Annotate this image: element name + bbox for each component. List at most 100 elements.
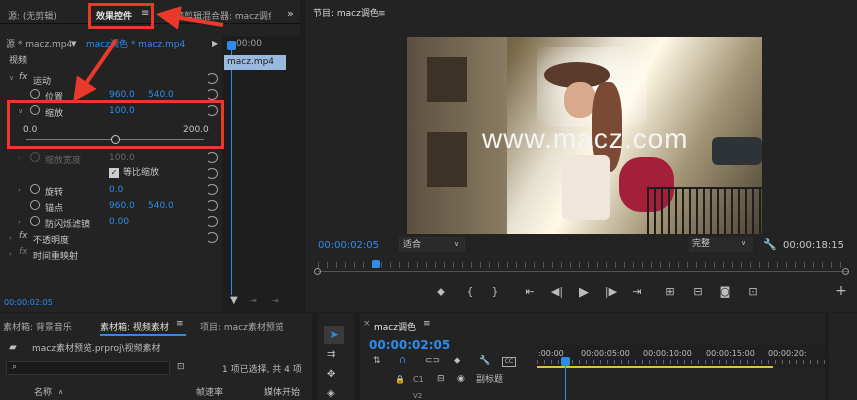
anti-flicker-value[interactable]: 0.00 — [109, 217, 129, 227]
eye-icon[interactable]: ◉ — [457, 375, 465, 384]
rotation-value[interactable]: 0.0 — [109, 185, 123, 195]
opacity-label: 不透明度 — [33, 236, 70, 246]
captions-icon[interactable]: CC — [502, 357, 516, 367]
timeline-playhead[interactable] — [561, 357, 570, 366]
reset-icon[interactable] — [206, 152, 218, 163]
nest-icon[interactable]: ⇅ — [373, 357, 381, 366]
expand-icon[interactable]: › — [9, 250, 12, 258]
search-input[interactable] — [6, 361, 170, 375]
toggle-sync-icon[interactable]: ⊟ — [437, 375, 445, 384]
row-rotation[interactable]: › 旋转 0.0 — [0, 182, 226, 198]
fx-icon: fx — [19, 247, 28, 257]
settings-wrench-icon[interactable]: 🔧 — [479, 357, 490, 366]
scrubber-start-handle[interactable] — [314, 268, 321, 275]
timeline-menu-icon[interactable]: ≡ — [423, 320, 431, 329]
reset-icon[interactable] — [206, 200, 218, 211]
reset-icon[interactable] — [206, 168, 218, 179]
program-playhead[interactable] — [372, 260, 380, 268]
mark-out-icon[interactable]: } — [486, 285, 504, 298]
watermark-text: www.macz.com — [482, 123, 689, 154]
program-duration: 00:00:18:15 — [783, 240, 845, 251]
checkbox-icon[interactable]: ✓ — [109, 168, 119, 178]
tab-bin-music[interactable]: 素材箱: 背景音乐 — [3, 320, 72, 333]
row-opacity[interactable]: › fx 不透明度 — [0, 230, 226, 246]
reset-icon[interactable] — [206, 216, 218, 227]
linked-select-icon[interactable]: ⊂⊃ — [425, 357, 440, 366]
step-forward-icon[interactable]: |▶ — [602, 285, 620, 298]
project-path: macz素材预览.prproj\视频素材 — [32, 344, 161, 354]
program-scrubber[interactable] — [318, 271, 848, 272]
video-frame[interactable]: www.macz.com — [407, 37, 762, 234]
uniform-scale-label: 等比缩放 — [123, 168, 160, 178]
chevron-down-icon: ∨ — [741, 239, 747, 247]
camera-icon[interactable]: ◙ — [716, 285, 734, 298]
expand-icon[interactable]: › — [18, 186, 21, 194]
quality-value: 完整 — [692, 239, 711, 249]
program-title[interactable]: 节目: macz调色 — [313, 10, 379, 19]
tab-underline — [100, 334, 186, 336]
sort-arrow-icon[interactable]: ∧ — [58, 389, 63, 396]
row-scale-width: › 缩放宽度 100.0 — [0, 150, 226, 166]
ruler-label: 00:00:15:00 — [706, 349, 755, 358]
stopwatch-icon[interactable] — [30, 216, 40, 226]
timeline-playhead-line — [565, 366, 566, 400]
anchor-x-value[interactable]: 960.0 — [109, 201, 135, 211]
export-icon[interactable]: ⇥ — [250, 297, 257, 305]
anchor-y-value[interactable]: 540.0 — [148, 201, 174, 211]
folder-icon: ▰ — [9, 342, 17, 353]
stopwatch-icon[interactable] — [30, 200, 40, 210]
ripple-edit-icon[interactable]: ✥ — [327, 370, 335, 380]
new-bin-icon[interactable]: ⊡ — [177, 363, 185, 372]
work-area-bar[interactable] — [537, 366, 773, 368]
woman-top — [562, 155, 610, 220]
extract-icon[interactable]: ⊟ — [689, 285, 707, 298]
column-fps[interactable]: 帧速率 — [196, 389, 223, 398]
quality-select[interactable]: 完整 ∨ — [689, 237, 753, 252]
go-to-in-icon[interactable]: ⇤ — [521, 285, 539, 298]
reset-icon[interactable] — [206, 232, 218, 243]
lift-icon[interactable]: ⊞ — [661, 285, 679, 298]
add-marker-icon[interactable]: ⬥ — [454, 357, 460, 366]
play-icon[interactable]: ▶ — [575, 285, 593, 300]
reset-icon[interactable] — [206, 184, 218, 195]
filter-icon[interactable]: ▼ — [230, 296, 238, 306]
ruler-ticks — [537, 360, 825, 364]
expand-icon[interactable]: › — [9, 234, 12, 242]
row-uniform-scale[interactable]: ✓ 等比缩放 — [0, 166, 226, 182]
razor-tool-icon[interactable]: ◈ — [327, 389, 335, 399]
add-button-icon[interactable]: + — [832, 283, 850, 299]
row-time-remap[interactable]: › fx 时间重映射 — [0, 246, 226, 263]
go-to-out-icon[interactable]: ⇥ — [628, 285, 646, 298]
wrench-icon[interactable]: 🔧 — [763, 239, 777, 250]
track-select-icon[interactable]: ⇉ — [327, 350, 335, 360]
row-anchor[interactable]: 锚点 960.0 540.0 — [0, 198, 226, 214]
mark-in-icon[interactable]: { — [461, 285, 479, 298]
program-current-time[interactable]: 00:00:02:05 — [318, 241, 379, 251]
tab-bin-video[interactable]: 素材箱: 视频素材 — [100, 320, 169, 333]
track-v2-label: V2 — [413, 392, 423, 400]
program-menu-icon[interactable]: ≡ — [378, 10, 386, 19]
column-media-start[interactable]: 媒体开始 — [264, 389, 300, 398]
row-anti-flicker[interactable]: › 防闪烁滤镜 0.00 — [0, 214, 226, 230]
anchor-label: 锚点 — [45, 204, 64, 214]
scrubber-end-handle[interactable] — [842, 268, 849, 275]
ruler-label: 00:00:10:00 — [643, 349, 692, 358]
expand-icon[interactable]: › — [18, 218, 21, 226]
snap-icon[interactable]: ∩ — [399, 356, 406, 366]
tab-project[interactable]: 项目: macz素材预览 — [200, 320, 284, 333]
effect-controls-timecode[interactable]: 00:00:02:05 — [4, 299, 53, 307]
timeline-timecode[interactable]: 00:00:02:05 — [369, 339, 450, 351]
tab-timeline[interactable]: macz调色 — [374, 320, 416, 333]
marker-icon[interactable]: ⬥ — [432, 285, 450, 299]
lock-icon[interactable]: 🔒 — [395, 376, 405, 384]
timeline-close-icon[interactable]: × — [363, 320, 371, 329]
column-name[interactable]: 名称 — [34, 389, 52, 398]
ruler-label: :00:00 — [538, 349, 564, 358]
export-icon-2[interactable]: ⇥ — [272, 297, 279, 305]
stopwatch-icon[interactable] — [30, 184, 40, 194]
fit-select[interactable]: 适合 ∨ — [399, 237, 465, 252]
button-editor-icon[interactable]: ⊡ — [744, 285, 762, 298]
step-back-icon[interactable]: ◀| — [548, 285, 566, 298]
selection-tool-icon[interactable]: ➤ — [324, 326, 344, 344]
bin-menu-icon[interactable]: ≡ — [176, 320, 184, 329]
